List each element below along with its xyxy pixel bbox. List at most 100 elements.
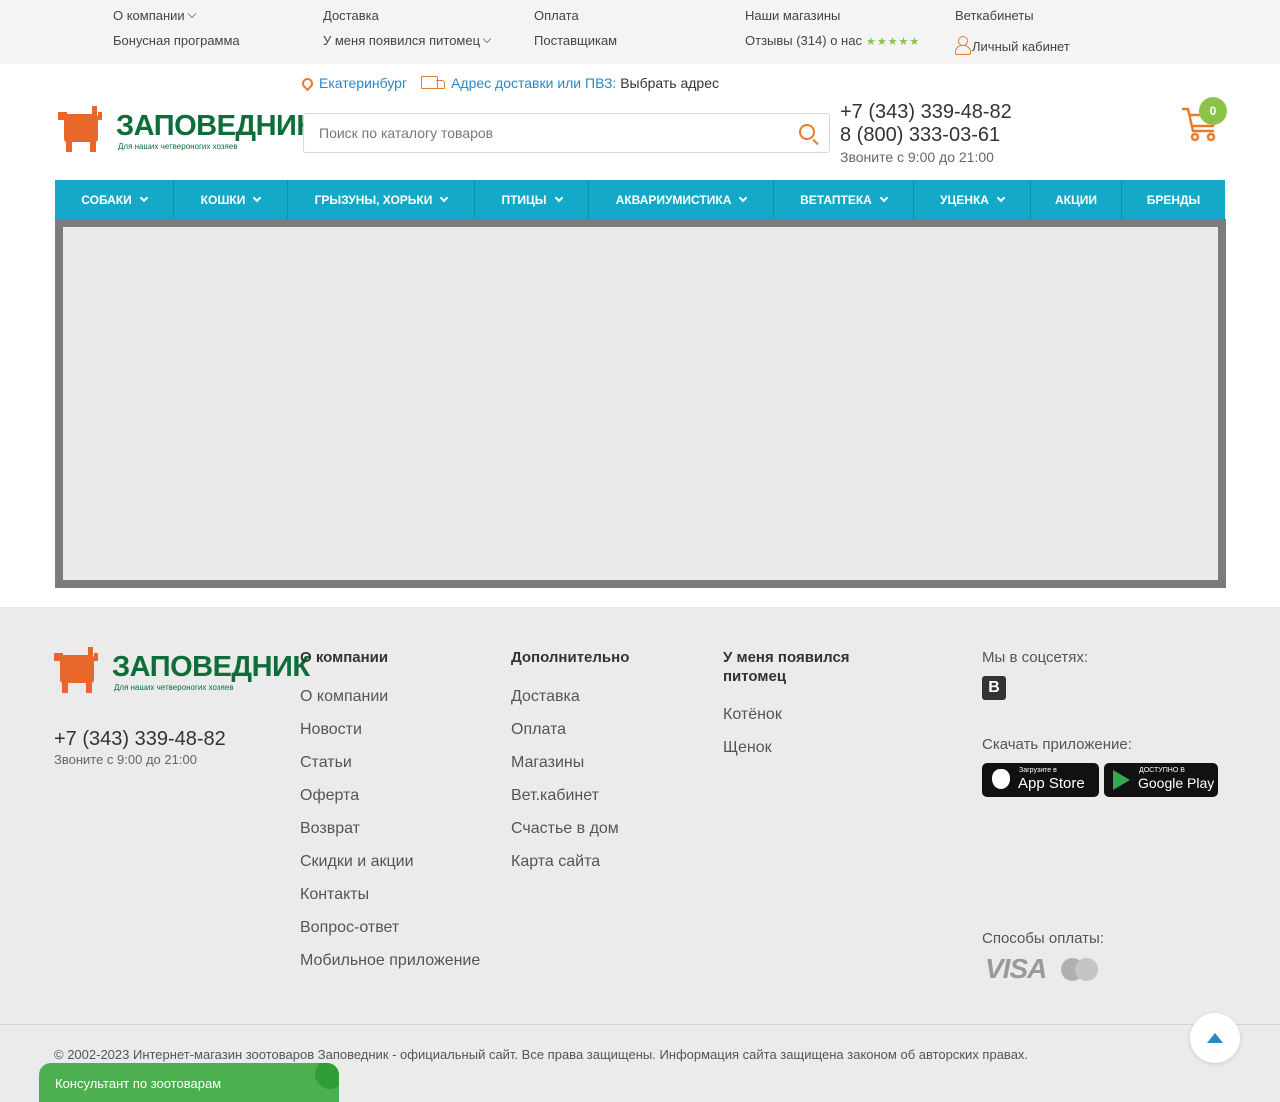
- google-play-icon: [1113, 770, 1130, 790]
- nav-item-cats[interactable]: КОШКИ: [174, 180, 288, 219]
- top-link-delivery[interactable]: Доставка: [323, 8, 379, 23]
- chevron-down-icon: [739, 193, 748, 202]
- search-icon[interactable]: [799, 124, 815, 140]
- cart-count-badge: 0: [1199, 97, 1227, 125]
- visa-icon: VISA: [985, 953, 1047, 984]
- top-link-about[interactable]: О компании: [113, 8, 196, 23]
- user-icon: [955, 36, 971, 55]
- main-nav: СОБАКИ КОШКИ ГРЫЗУНЫ, ХОРЬКИ ПТИЦЫ АКВАР…: [55, 180, 1225, 219]
- footer-link[interactable]: Контакты: [300, 885, 480, 905]
- footer-link[interactable]: Оплата: [511, 720, 629, 740]
- footer-link[interactable]: Новости: [300, 720, 480, 740]
- nav-item-promo[interactable]: АКЦИИ: [1031, 180, 1122, 219]
- app-store-button[interactable]: Загрузите в App Store: [982, 763, 1099, 797]
- chevron-down-icon: [879, 193, 889, 202]
- footer-phone[interactable]: +7 (343) 339-48-82: [54, 728, 226, 751]
- top-link-reviews[interactable]: Отзывы (314) о нас ★★★★★: [745, 33, 920, 48]
- location-pin-icon: [299, 75, 316, 92]
- footer-link[interactable]: Доставка: [511, 687, 629, 707]
- rating-stars-icon: ★★★★★: [865, 36, 921, 48]
- delivery-truck-icon: [421, 76, 446, 90]
- location-row: Екатеринбург Адрес доставки или ПВЗ: Выбр…: [299, 74, 719, 92]
- top-link-bonus[interactable]: Бонусная программа: [113, 33, 240, 48]
- top-link-vet[interactable]: Веткабинеты: [955, 8, 1034, 23]
- chevron-down-icon: [996, 193, 1006, 202]
- consultant-widget[interactable]: Консультант по зоотоварам: [39, 1063, 339, 1102]
- choose-address-link[interactable]: Выбрать адрес: [620, 75, 719, 91]
- footer-link[interactable]: Магазины: [511, 753, 629, 773]
- footer-about-title: О компании: [300, 649, 389, 666]
- app-store-label: App Store: [1018, 775, 1085, 792]
- nav-label: АКВАРИУМИСТИКА: [615, 192, 732, 207]
- footer-link[interactable]: Вет.кабинет: [511, 786, 629, 806]
- nav-item-rodents[interactable]: ГРЫЗУНЫ, ХОРЬКИ: [288, 180, 475, 219]
- search-input[interactable]: [304, 114, 774, 152]
- chevron-down-icon: [440, 193, 449, 202]
- footer-extra-column: Дополнительно Доставка Оплата Магазины В…: [511, 648, 629, 872]
- top-link-suppliers[interactable]: Поставщикам: [534, 33, 617, 48]
- top-bar: О компании Бонусная программа Доставка У…: [0, 0, 1280, 64]
- footer-hours: Звоните с 9:00 до 21:00: [54, 752, 197, 767]
- nav-label: ПТИЦЫ: [501, 192, 547, 207]
- delivery-address-label[interactable]: Адрес доставки или ПВЗ:: [451, 75, 616, 91]
- footer-divider: [0, 1024, 1280, 1025]
- top-link-account[interactable]: Личный кабинет: [955, 33, 1070, 55]
- social-label: Мы в соцсетях:: [982, 649, 1089, 666]
- nav-label: КОШКИ: [200, 192, 246, 207]
- logo-tagline: Для наших четвероногих хозяев: [118, 142, 238, 151]
- nav-item-aquarium[interactable]: АКВАРИУМИСТИКА: [589, 180, 774, 219]
- nav-label: УЦЕНКА: [940, 192, 989, 207]
- chevron-down-icon: [482, 34, 492, 44]
- header-phone-2[interactable]: 8 (800) 333-03-61: [840, 124, 1012, 147]
- scroll-to-top-button[interactable]: [1190, 1013, 1240, 1063]
- footer-about-column: О компании О компании Новости Статьи Офе…: [300, 648, 480, 971]
- logo-tagline: Для наших четвероногих хозяев: [114, 683, 234, 692]
- logo-animal-icon: [54, 647, 98, 693]
- top-link-payment[interactable]: Оплата: [534, 8, 579, 23]
- cart-button[interactable]: 0: [1180, 97, 1228, 145]
- logo-brand: ЗАПОВЕДНИК: [112, 651, 310, 683]
- footer-link[interactable]: Котёнок: [723, 705, 903, 725]
- top-link-new-pet[interactable]: У меня появился питомец: [323, 33, 492, 48]
- nav-label: ГРЫЗУНЫ, ХОРЬКИ: [314, 192, 433, 207]
- footer-logo[interactable]: ЗАПОВЕДНИК Для наших четвероногих хозяев: [54, 647, 310, 697]
- chevron-down-icon: [253, 193, 262, 202]
- vk-icon[interactable]: В: [982, 676, 1006, 700]
- footer-link[interactable]: Скидки и акции: [300, 852, 480, 872]
- app-label: Скачать приложение:: [982, 736, 1132, 753]
- header-contacts: +7 (343) 339-48-82 8 (800) 333-03-61 Зво…: [840, 101, 1012, 165]
- footer-link[interactable]: Счастье в дом: [511, 819, 629, 839]
- top-link-label: О компании: [113, 8, 185, 23]
- nav-item-vet-pharmacy[interactable]: ВЕТАПТЕКА: [774, 180, 914, 219]
- google-play-label: Google Play: [1138, 775, 1215, 791]
- footer-link[interactable]: Статьи: [300, 753, 480, 773]
- city-link[interactable]: Екатеринбург: [319, 75, 407, 91]
- footer-link[interactable]: Карта сайта: [511, 852, 629, 872]
- footer-link[interactable]: Вопрос-ответ: [300, 918, 480, 938]
- google-play-button[interactable]: ДОСТУПНО В Google Play: [1104, 763, 1218, 797]
- footer-link[interactable]: О компании: [300, 687, 480, 707]
- promo-banner[interactable]: [55, 219, 1226, 588]
- copyright: © 2002-2023 Интернет-магазин зоотоваров …: [54, 1047, 1029, 1062]
- nav-label: СОБАКИ: [81, 192, 132, 207]
- payment-label: Способы оплаты:: [982, 930, 1104, 947]
- footer-link[interactable]: Мобильное приложение: [300, 951, 480, 971]
- site-logo[interactable]: ЗАПОВЕДНИК Для наших четвероногих хозяев: [58, 106, 314, 158]
- top-link-stores[interactable]: Наши магазины: [745, 8, 840, 23]
- footer-link[interactable]: Оферта: [300, 786, 480, 806]
- consultant-label: Консультант по зоотоварам: [55, 1076, 222, 1091]
- search-box: [303, 113, 830, 153]
- footer-link[interactable]: Возврат: [300, 819, 480, 839]
- google-play-small: ДОСТУПНО В: [1139, 767, 1185, 774]
- footer-pet-title: У меня появился питомец: [723, 649, 850, 685]
- footer-link[interactable]: Щенок: [723, 738, 903, 758]
- app-store-small: Загрузите в: [1019, 767, 1057, 774]
- footer-pet-column: У меня появился питомец Котёнок Щенок: [723, 648, 903, 758]
- nav-item-dogs[interactable]: СОБАКИ: [55, 180, 174, 219]
- header-phone-1[interactable]: +7 (343) 339-48-82: [840, 101, 1012, 124]
- header-hours: Звоните с 9:00 до 21:00: [840, 149, 994, 165]
- nav-item-discount[interactable]: УЦЕНКА: [914, 180, 1031, 219]
- chevron-down-icon: [139, 193, 148, 202]
- nav-item-birds[interactable]: ПТИЦЫ: [475, 180, 589, 219]
- nav-item-brands[interactable]: БРЕНДЫ: [1122, 180, 1225, 219]
